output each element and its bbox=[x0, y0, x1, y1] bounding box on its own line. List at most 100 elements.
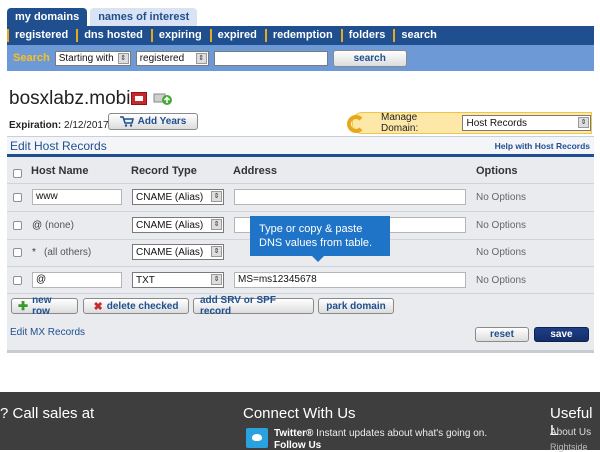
select-arrow-icon: ⇕ bbox=[211, 219, 222, 230]
address-input[interactable]: MS=ms12345678 bbox=[234, 272, 466, 288]
new-row-label: new row bbox=[32, 295, 52, 317]
top-tabs: my domains names of interest bbox=[7, 8, 198, 26]
search-mode-select[interactable]: Starting with ⇕ bbox=[54, 50, 131, 66]
row-options: No Options bbox=[476, 192, 527, 203]
page: my domains names of interest registered … bbox=[0, 0, 600, 452]
column-header-options: Options bbox=[476, 165, 518, 177]
search-scope-value: registered bbox=[139, 52, 185, 64]
row-checkbox[interactable] bbox=[13, 221, 22, 230]
delete-checked-button[interactable]: ✖ delete checked bbox=[83, 298, 189, 314]
flag-icon[interactable] bbox=[131, 92, 147, 105]
add-years-button[interactable]: Add Years bbox=[108, 113, 198, 130]
record-type-value: TXT bbox=[136, 274, 155, 286]
record-type-value: CNAME (Alias) bbox=[136, 191, 204, 203]
instruction-callout: Type or copy & paste DNS values from tab… bbox=[250, 216, 390, 262]
host-name-hint: (none) bbox=[45, 220, 74, 231]
address-input[interactable] bbox=[234, 189, 466, 205]
host-name-hint: (all others) bbox=[44, 247, 92, 258]
nav-search[interactable]: search bbox=[393, 29, 444, 42]
nav-dns-hosted[interactable]: dns hosted bbox=[76, 29, 151, 42]
nav-folders[interactable]: folders bbox=[340, 29, 394, 42]
host-name-input[interactable]: @ bbox=[32, 272, 122, 288]
nav-expired[interactable]: expired bbox=[209, 29, 265, 42]
manage-domain-label: Manage Domain: bbox=[381, 112, 419, 134]
footer-connect-heading: Connect With Us bbox=[243, 405, 356, 422]
search-input[interactable] bbox=[213, 50, 328, 66]
record-type-select[interactable]: TXT ⇕ bbox=[132, 272, 224, 288]
help-link[interactable]: Help with Host Records bbox=[495, 141, 590, 151]
nav-redemption[interactable]: redemption bbox=[264, 29, 341, 42]
nav-expiring[interactable]: expiring bbox=[150, 29, 210, 42]
callout-line-1: Type or copy & paste bbox=[259, 223, 363, 235]
renew-cart-icon[interactable] bbox=[153, 92, 173, 106]
record-type-select[interactable]: CNAME (Alias) ⇕ bbox=[132, 189, 224, 205]
record-type-value: CNAME (Alias) bbox=[136, 219, 204, 231]
select-all-checkbox[interactable] bbox=[13, 169, 22, 178]
expiration-info: Expiration: 2/12/2017 bbox=[9, 120, 109, 131]
record-type-select[interactable]: CNAME (Alias) ⇕ bbox=[132, 244, 224, 260]
panel-title: Edit Host Records bbox=[10, 138, 107, 153]
select-arrow-icon: ⇕ bbox=[578, 117, 589, 128]
select-arrow-icon: ⇕ bbox=[211, 246, 222, 257]
panel-bottom-band bbox=[7, 350, 594, 353]
twitter-blurb: Twitter® Instant updates about what's go… bbox=[274, 428, 487, 439]
nav-registered[interactable]: registered bbox=[7, 29, 76, 42]
domain-nav-bar: registered dns hosted expiring expired r… bbox=[7, 26, 594, 45]
park-domain-button[interactable]: park domain bbox=[318, 298, 394, 314]
row-checkbox[interactable] bbox=[13, 276, 22, 285]
column-header-type: Record Type bbox=[131, 165, 197, 177]
swirl-icon bbox=[347, 115, 365, 133]
column-header-address: Address bbox=[233, 165, 278, 177]
twitter-text: Instant updates about what's going on. bbox=[313, 428, 488, 439]
host-name-value: * bbox=[32, 247, 36, 258]
callout-line-2: DNS values from table. bbox=[259, 237, 373, 249]
record-type-value: CNAME (Alias) bbox=[136, 246, 204, 258]
about-us-link[interactable]: About Us bbox=[550, 427, 591, 438]
row-options: No Options bbox=[476, 247, 527, 258]
search-bar: Search Starting with ⇕ registered ⇕ sear… bbox=[7, 45, 594, 71]
row-checkbox[interactable] bbox=[13, 193, 22, 202]
search-label: Search bbox=[13, 52, 50, 64]
host-name-input[interactable]: www bbox=[32, 189, 122, 205]
row-options: No Options bbox=[476, 220, 527, 231]
edit-mx-records-link[interactable]: Edit MX Records bbox=[10, 327, 85, 338]
save-button[interactable]: save bbox=[534, 327, 589, 342]
select-arrow-icon: ⇕ bbox=[211, 191, 222, 202]
select-arrow-icon: ⇕ bbox=[195, 52, 207, 64]
row-checkbox[interactable] bbox=[13, 248, 22, 257]
panel-header: Edit Host Records Help with Host Records bbox=[7, 137, 594, 157]
divider bbox=[7, 183, 594, 184]
delete-icon: ✖ bbox=[93, 300, 103, 313]
tab-my-domains[interactable]: my domains bbox=[7, 8, 88, 26]
manage-domain-bar: Manage Domain: Host Records ⇕ bbox=[347, 112, 592, 134]
search-button[interactable]: search bbox=[332, 49, 407, 67]
divider bbox=[7, 266, 594, 267]
footer-cut-link[interactable]: Rightside bbox=[550, 442, 588, 452]
manage-domain-select[interactable]: Host Records ⇕ bbox=[462, 115, 591, 131]
search-scope-select[interactable]: registered ⇕ bbox=[135, 50, 209, 66]
footer-sales-heading: ? Call sales at bbox=[0, 405, 95, 422]
reset-button[interactable]: reset bbox=[475, 327, 529, 342]
tab-names-of-interest[interactable]: names of interest bbox=[90, 8, 198, 26]
manage-domain-value: Host Records bbox=[466, 117, 528, 129]
shopping-cart-icon bbox=[119, 116, 134, 127]
expiration-date: 2/12/2017 bbox=[64, 120, 109, 131]
plus-icon: ✚ bbox=[18, 299, 29, 313]
twitter-name: Twitter® bbox=[274, 428, 314, 439]
select-arrow-icon: ⇕ bbox=[211, 274, 222, 285]
row-options: No Options bbox=[476, 275, 527, 286]
new-row-button[interactable]: ✚ new row bbox=[11, 295, 78, 317]
follow-us-link[interactable]: Follow Us bbox=[274, 440, 321, 451]
divider bbox=[7, 211, 594, 212]
domain-title: bosxlabz.mobi bbox=[9, 88, 131, 109]
divider bbox=[7, 293, 594, 294]
delete-checked-label: delete checked bbox=[106, 300, 179, 312]
column-header-host: Host Name bbox=[31, 165, 89, 177]
record-type-select[interactable]: CNAME (Alias) ⇕ bbox=[132, 217, 224, 233]
host-name-value: @ bbox=[32, 220, 43, 231]
search-mode-value: Starting with bbox=[58, 52, 114, 64]
twitter-icon[interactable] bbox=[246, 428, 268, 448]
site-footer: ? Call sales at Connect With Us Useful L… bbox=[0, 392, 600, 452]
add-srv-spf-button[interactable]: add SRV or SPF record bbox=[193, 295, 314, 317]
expiration-label: Expiration: bbox=[9, 120, 62, 131]
